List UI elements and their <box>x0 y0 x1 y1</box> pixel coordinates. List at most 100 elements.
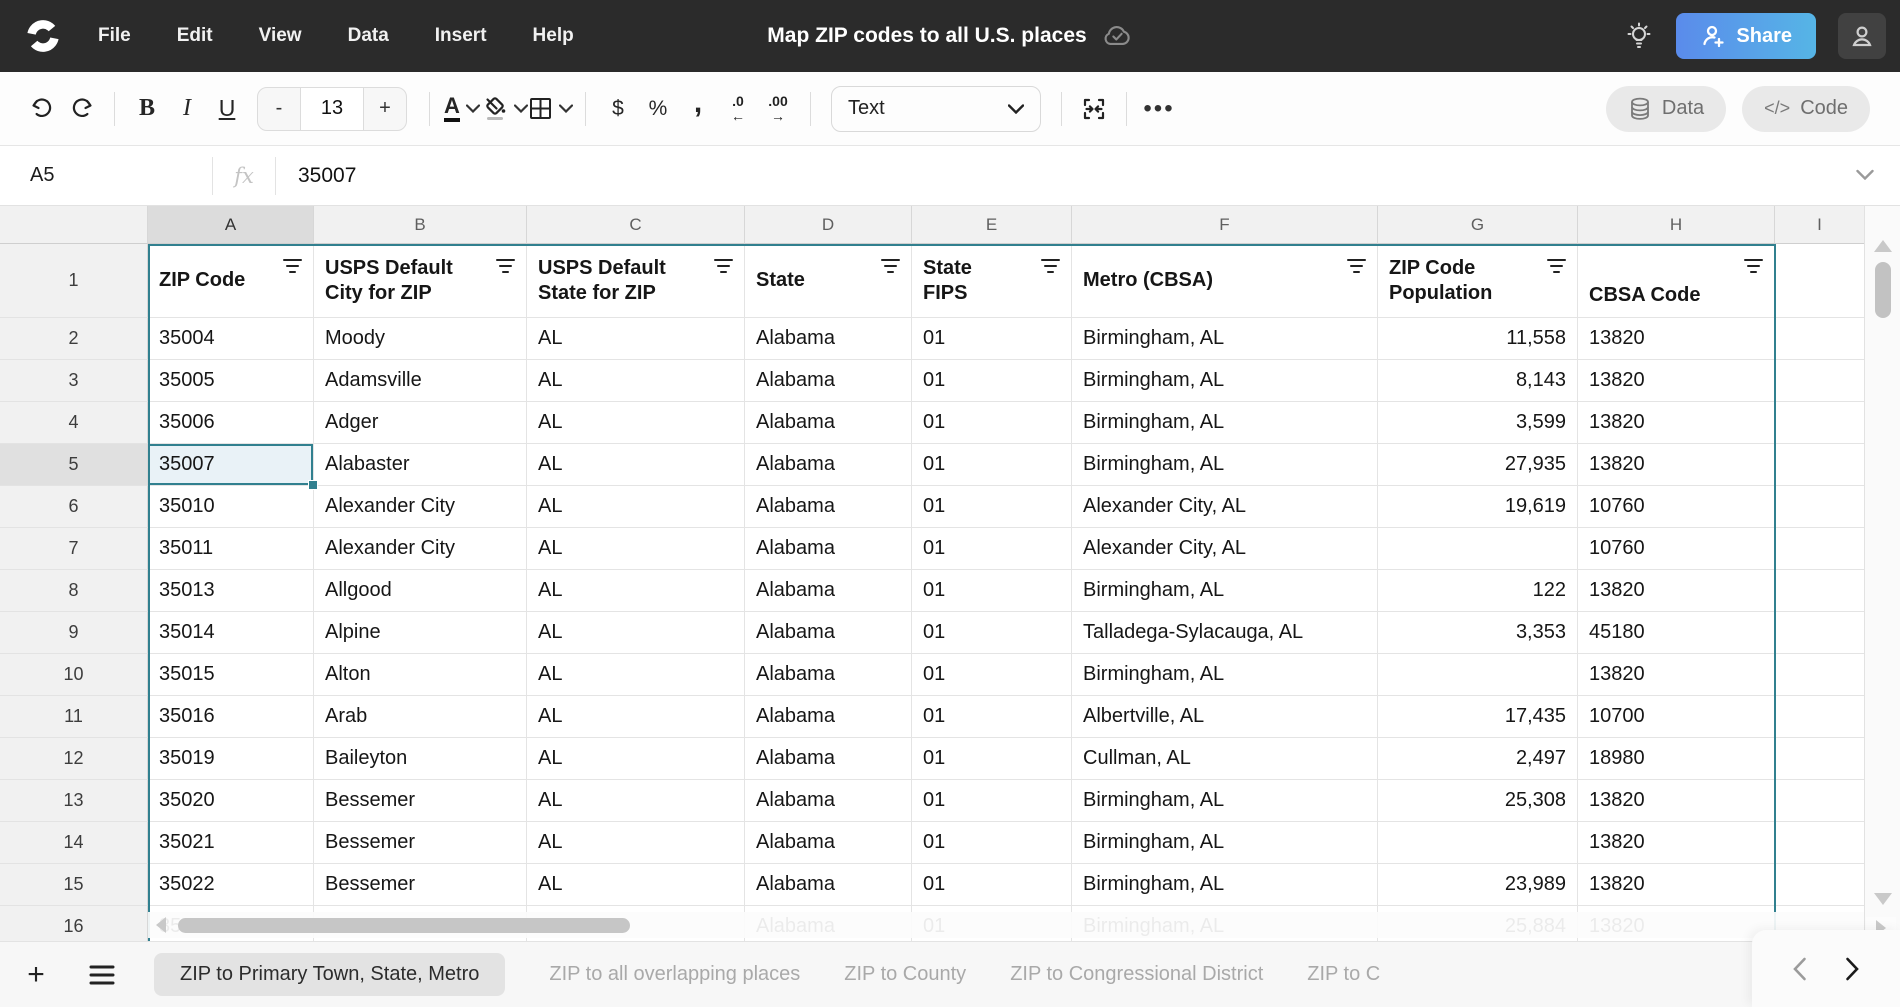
cell[interactable]: Alabama <box>745 528 912 570</box>
cell[interactable]: 3,599 <box>1378 402 1578 444</box>
cell[interactable]: AL <box>527 696 745 738</box>
empty-cell[interactable] <box>1775 318 1865 360</box>
cell[interactable] <box>1378 822 1578 864</box>
data-panel-button[interactable]: Data <box>1606 86 1726 132</box>
row-number[interactable]: 14 <box>0 822 148 864</box>
cell[interactable]: Birmingham, AL <box>1072 402 1378 444</box>
row-number[interactable]: 3 <box>0 360 148 402</box>
cell[interactable]: 13820 <box>1578 402 1775 444</box>
empty-cell[interactable] <box>1775 402 1865 444</box>
row-number[interactable]: 2 <box>0 318 148 360</box>
cell[interactable]: Alabaster <box>314 444 527 486</box>
cell[interactable] <box>1378 528 1578 570</box>
cell[interactable]: Birmingham, AL <box>1072 360 1378 402</box>
cell[interactable]: Alabama <box>745 696 912 738</box>
cell[interactable]: Adamsville <box>314 360 527 402</box>
cell[interactable]: 01 <box>912 444 1072 486</box>
undo-button[interactable] <box>22 87 62 131</box>
cell[interactable]: Birmingham, AL <box>1072 444 1378 486</box>
cell[interactable]: 17,435 <box>1378 696 1578 738</box>
cell[interactable]: Birmingham, AL <box>1072 654 1378 696</box>
row-number[interactable]: 15 <box>0 864 148 906</box>
row-number[interactable]: 9 <box>0 612 148 654</box>
cell[interactable]: 35016 <box>148 696 314 738</box>
cell[interactable]: Alexander City, AL <box>1072 486 1378 528</box>
cell[interactable]: Alabama <box>745 570 912 612</box>
cell[interactable]: Alabama <box>745 612 912 654</box>
cell[interactable]: Bessemer <box>314 822 527 864</box>
menu-item-insert[interactable]: Insert <box>435 25 487 47</box>
font-size-value[interactable]: 13 <box>300 88 364 130</box>
empty-cell[interactable] <box>1775 570 1865 612</box>
cell[interactable]: 35019 <box>148 738 314 780</box>
column-header-B[interactable]: B <box>314 206 527 244</box>
cell[interactable]: 10700 <box>1578 696 1775 738</box>
menu-item-view[interactable]: View <box>259 25 302 47</box>
column-header-A[interactable]: A <box>148 206 314 244</box>
cell[interactable]: 122 <box>1378 570 1578 612</box>
menu-item-data[interactable]: Data <box>348 25 389 47</box>
cell[interactable]: 35022 <box>148 864 314 906</box>
empty-cell[interactable] <box>1775 528 1865 570</box>
selected-cell[interactable]: 35007 <box>148 444 314 486</box>
cell[interactable]: 45180 <box>1578 612 1775 654</box>
row-number[interactable]: 4 <box>0 402 148 444</box>
cell[interactable]: Alton <box>314 654 527 696</box>
cell[interactable]: Bessemer <box>314 864 527 906</box>
cell[interactable]: 23,989 <box>1378 864 1578 906</box>
increase-decimal-button[interactable]: .00→ <box>758 87 798 131</box>
cell[interactable]: 35014 <box>148 612 314 654</box>
empty-cell[interactable] <box>1775 822 1865 864</box>
empty-cell[interactable] <box>1775 244 1865 318</box>
percent-format-button[interactable]: % <box>638 87 678 131</box>
scroll-left-arrow[interactable] <box>156 917 166 933</box>
cell[interactable]: AL <box>527 402 745 444</box>
vertical-scrollbar[interactable] <box>1864 206 1900 941</box>
formula-bar-expand-button[interactable] <box>1856 167 1900 185</box>
empty-cell[interactable] <box>1775 864 1865 906</box>
cell[interactable]: 01 <box>912 654 1072 696</box>
cell[interactable]: Birmingham, AL <box>1072 570 1378 612</box>
cell[interactable]: 13820 <box>1578 780 1775 822</box>
row-number[interactable]: 11 <box>0 696 148 738</box>
cell[interactable]: Moody <box>314 318 527 360</box>
empty-cell[interactable] <box>1775 780 1865 822</box>
cell[interactable]: Adger <box>314 402 527 444</box>
header-cell[interactable]: State <box>745 244 912 318</box>
add-sheet-button[interactable]: + <box>14 953 58 997</box>
cell[interactable]: AL <box>527 570 745 612</box>
cell[interactable]: AL <box>527 612 745 654</box>
cell[interactable]: Birmingham, AL <box>1072 864 1378 906</box>
filter-icon[interactable] <box>1743 256 1764 281</box>
fill-handle[interactable] <box>308 480 318 490</box>
cell[interactable]: 01 <box>912 528 1072 570</box>
underline-button[interactable]: U <box>207 87 247 131</box>
menu-item-edit[interactable]: Edit <box>177 25 213 47</box>
sheet-tab[interactable]: ZIP to Congressional District <box>1010 963 1263 986</box>
header-cell[interactable]: USPS Default State for ZIP <box>527 244 745 318</box>
cell[interactable]: Alabama <box>745 864 912 906</box>
cell[interactable]: Baileyton <box>314 738 527 780</box>
cell[interactable]: 27,935 <box>1378 444 1578 486</box>
filter-icon[interactable] <box>282 256 303 281</box>
sheet-tab[interactable]: ZIP to County <box>844 963 966 986</box>
cell[interactable]: Alabama <box>745 402 912 444</box>
filter-icon[interactable] <box>495 256 516 281</box>
sheet-tab[interactable]: ZIP to C <box>1307 963 1380 986</box>
cell[interactable]: 8,143 <box>1378 360 1578 402</box>
decrease-decimal-button[interactable]: .0← <box>718 87 758 131</box>
empty-cell[interactable] <box>1775 612 1865 654</box>
cell[interactable]: 13820 <box>1578 360 1775 402</box>
cell[interactable]: 10760 <box>1578 486 1775 528</box>
cell[interactable]: AL <box>527 654 745 696</box>
column-header-E[interactable]: E <box>912 206 1072 244</box>
cell[interactable]: Alabama <box>745 822 912 864</box>
cell[interactable]: 10760 <box>1578 528 1775 570</box>
cell-reference-box[interactable]: A5 <box>0 164 212 187</box>
cell[interactable]: Allgood <box>314 570 527 612</box>
column-header-F[interactable]: F <box>1072 206 1378 244</box>
code-panel-button[interactable]: </> Code <box>1742 86 1870 132</box>
row-number[interactable]: 6 <box>0 486 148 528</box>
horizontal-scrollbar[interactable] <box>148 912 1864 938</box>
cell[interactable]: 13820 <box>1578 654 1775 696</box>
